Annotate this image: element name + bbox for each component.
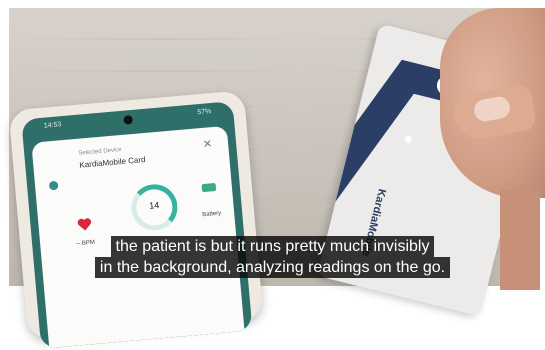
- selected-device-label: Selected Device: [78, 147, 122, 157]
- subtitle-line-1: the patient is but it runs pretty much i…: [110, 236, 435, 257]
- status-time: 14:53: [43, 121, 62, 130]
- reading-value: 14: [148, 199, 160, 211]
- battery-icon: [201, 182, 217, 193]
- battery-label: Battery: [202, 210, 222, 219]
- close-icon[interactable]: ✕: [202, 137, 212, 151]
- subtitle-line-2: in the background, analyzing readings on…: [94, 257, 451, 278]
- selected-device-value[interactable]: KardiaMobile Card: [79, 155, 146, 170]
- phone-screen: 14:53 57% Selected Device KardiaMobile C…: [21, 101, 253, 349]
- card-sensor-dot: [404, 135, 413, 144]
- smartphone: 14:53 57% Selected Device KardiaMobile C…: [8, 90, 264, 349]
- heart-icon: [77, 218, 92, 231]
- settings-icon[interactable]: [48, 180, 59, 191]
- reading-ring: 14: [129, 182, 180, 233]
- subtitle-box: the patient is but it runs pretty much i…: [0, 236, 545, 278]
- status-battery: 57%: [197, 108, 212, 117]
